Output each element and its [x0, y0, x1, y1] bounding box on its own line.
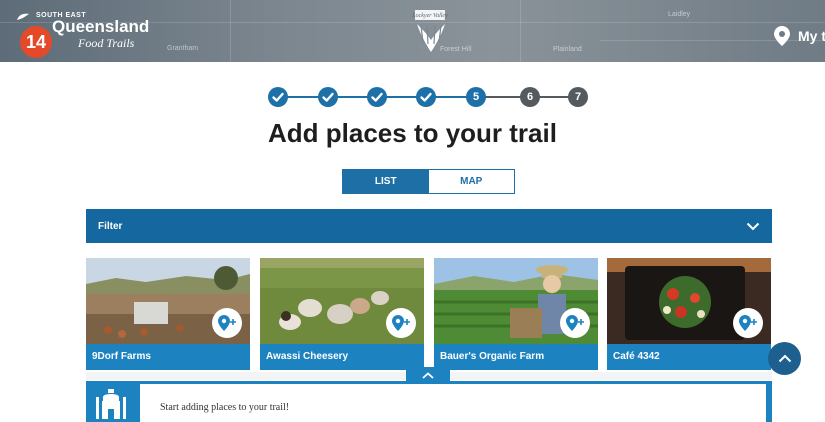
chevron-up-icon	[422, 371, 434, 379]
check-icon	[420, 92, 432, 102]
my-trail-label: My t	[798, 28, 825, 44]
pin-plus-icon	[566, 315, 584, 331]
list-view-button[interactable]: LIST	[343, 170, 429, 193]
add-to-trail-button[interactable]	[560, 308, 590, 338]
check-icon	[272, 92, 284, 102]
step-5[interactable]: 5	[466, 87, 486, 107]
view-toggle: LIST MAP	[342, 169, 515, 194]
place-card[interactable]: Bauer's Organic Farm	[434, 258, 598, 372]
check-icon	[371, 92, 383, 102]
place-name[interactable]: Café 4342	[607, 344, 771, 370]
step-badge: 14	[20, 26, 52, 58]
trail-panel-message: Start adding places to your trail!	[160, 402, 290, 413]
my-trail-link[interactable]: My t	[774, 26, 825, 46]
map-label: Grantham	[167, 45, 199, 52]
center-logo-text: Lockyer Valley	[411, 13, 448, 19]
logo-title[interactable]: Queensland	[52, 17, 149, 37]
step-1[interactable]	[268, 87, 288, 107]
place-name[interactable]: Awassi Cheesery	[260, 344, 424, 370]
step-6[interactable]: 6	[520, 87, 540, 107]
map-label: Plainland	[553, 46, 582, 53]
chevron-down-icon[interactable]	[746, 222, 760, 231]
place-card[interactable]: Awassi Cheesery	[260, 258, 424, 372]
step-4[interactable]	[416, 87, 436, 107]
site-header: Grantham Laidley Plainland Forest Hill S…	[0, 0, 825, 62]
map-road	[230, 0, 231, 62]
progress-steps: 5 6 7	[268, 86, 588, 108]
add-to-trail-button[interactable]	[386, 308, 416, 338]
place-name[interactable]: 9Dorf Farms	[86, 344, 250, 370]
filter-bar[interactable]: Filter	[86, 209, 772, 243]
step-7[interactable]: 7	[568, 87, 588, 107]
add-to-trail-button[interactable]	[733, 308, 763, 338]
pin-plus-icon	[739, 315, 757, 331]
trail-icon	[96, 389, 126, 419]
add-to-trail-button[interactable]	[212, 308, 242, 338]
place-card[interactable]: Café 4342	[607, 258, 771, 372]
step-3[interactable]	[367, 87, 387, 107]
pin-plus-icon	[218, 315, 236, 331]
map-road	[520, 0, 521, 62]
place-card[interactable]: 9Dorf Farms	[86, 258, 250, 372]
lockyer-valley-logo: Lockyer Valley	[411, 10, 448, 52]
check-icon	[322, 92, 334, 102]
page-title: Add places to your trail	[268, 118, 557, 148]
trail-panel-toggle[interactable]	[406, 367, 450, 383]
pin-plus-icon	[392, 315, 410, 331]
step-2[interactable]	[318, 87, 338, 107]
location-pin-icon	[774, 26, 790, 46]
logo-subtitle[interactable]: Food Trails	[78, 36, 134, 51]
place-name[interactable]: Bauer's Organic Farm	[434, 344, 598, 370]
filter-label: Filter	[98, 220, 123, 232]
map-view-button[interactable]: MAP	[428, 170, 514, 193]
leaf-icon	[17, 13, 29, 20]
map-label: Laidley	[668, 11, 691, 18]
scroll-to-top-button[interactable]	[768, 342, 801, 375]
chevron-up-icon	[778, 354, 791, 363]
